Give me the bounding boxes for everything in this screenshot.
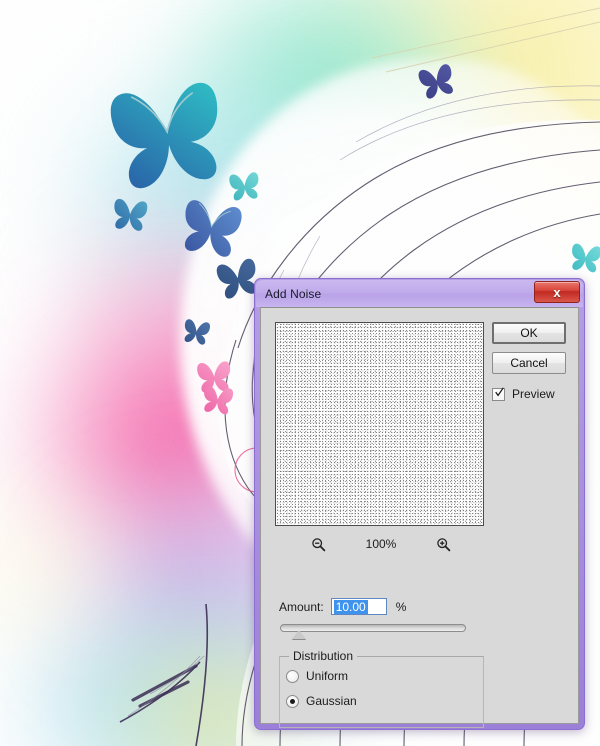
- amount-slider[interactable]: [280, 624, 466, 642]
- zoom-level-label: 100%: [365, 537, 397, 551]
- checkmark-icon: [495, 386, 504, 396]
- distribution-group: Distribution Uniform Gaussian: [279, 649, 484, 728]
- dialog-title: Add Noise: [265, 286, 322, 301]
- radio-uniform[interactable]: Uniform: [286, 669, 348, 683]
- ok-button-label: OK: [520, 326, 538, 340]
- slider-track: [280, 624, 466, 632]
- preview-checkbox-label: Preview: [512, 387, 555, 401]
- radio-gaussian-label: Gaussian: [306, 694, 357, 708]
- zoom-out-icon[interactable]: [311, 537, 326, 552]
- preview-noise-image: [276, 323, 483, 525]
- zoom-controls: 100%: [311, 534, 451, 554]
- amount-row: Amount: 10.00 %: [279, 598, 406, 615]
- radio-gaussian-icon: [286, 694, 299, 708]
- amount-label: Amount:: [279, 599, 324, 614]
- radio-gaussian[interactable]: Gaussian: [286, 694, 357, 708]
- ok-button[interactable]: OK: [492, 322, 566, 344]
- preview-checkbox[interactable]: Preview: [492, 386, 566, 401]
- slider-thumb[interactable]: [291, 630, 306, 639]
- dialog-body: 100% Amount: 10.00 % Distribution Unifor…: [260, 307, 579, 728]
- radio-uniform-icon: [286, 669, 299, 683]
- dialog-titlebar[interactable]: Add Noise x: [256, 280, 583, 307]
- close-button[interactable]: x: [534, 281, 580, 303]
- preview-panel[interactable]: [275, 322, 484, 526]
- preview-checkbox-icon: [492, 386, 505, 401]
- close-icon: x: [553, 284, 561, 300]
- radio-selected-dot: [290, 698, 295, 704]
- amount-unit-label: %: [395, 599, 407, 614]
- distribution-legend: Distribution: [289, 649, 358, 663]
- cancel-button-label: Cancel: [510, 356, 548, 370]
- amount-input[interactable]: 10.00: [330, 598, 387, 615]
- dialog-inner: Add Noise x 100% Amount: 10.00 % Distrib…: [256, 280, 583, 728]
- add-noise-dialog: Add Noise x 100% Amount: 10.00 % Distrib…: [254, 278, 585, 730]
- zoom-in-icon[interactable]: [436, 537, 451, 552]
- radio-uniform-label: Uniform: [306, 669, 349, 683]
- amount-value: 10.00: [333, 599, 368, 614]
- cancel-button[interactable]: Cancel: [492, 352, 566, 374]
